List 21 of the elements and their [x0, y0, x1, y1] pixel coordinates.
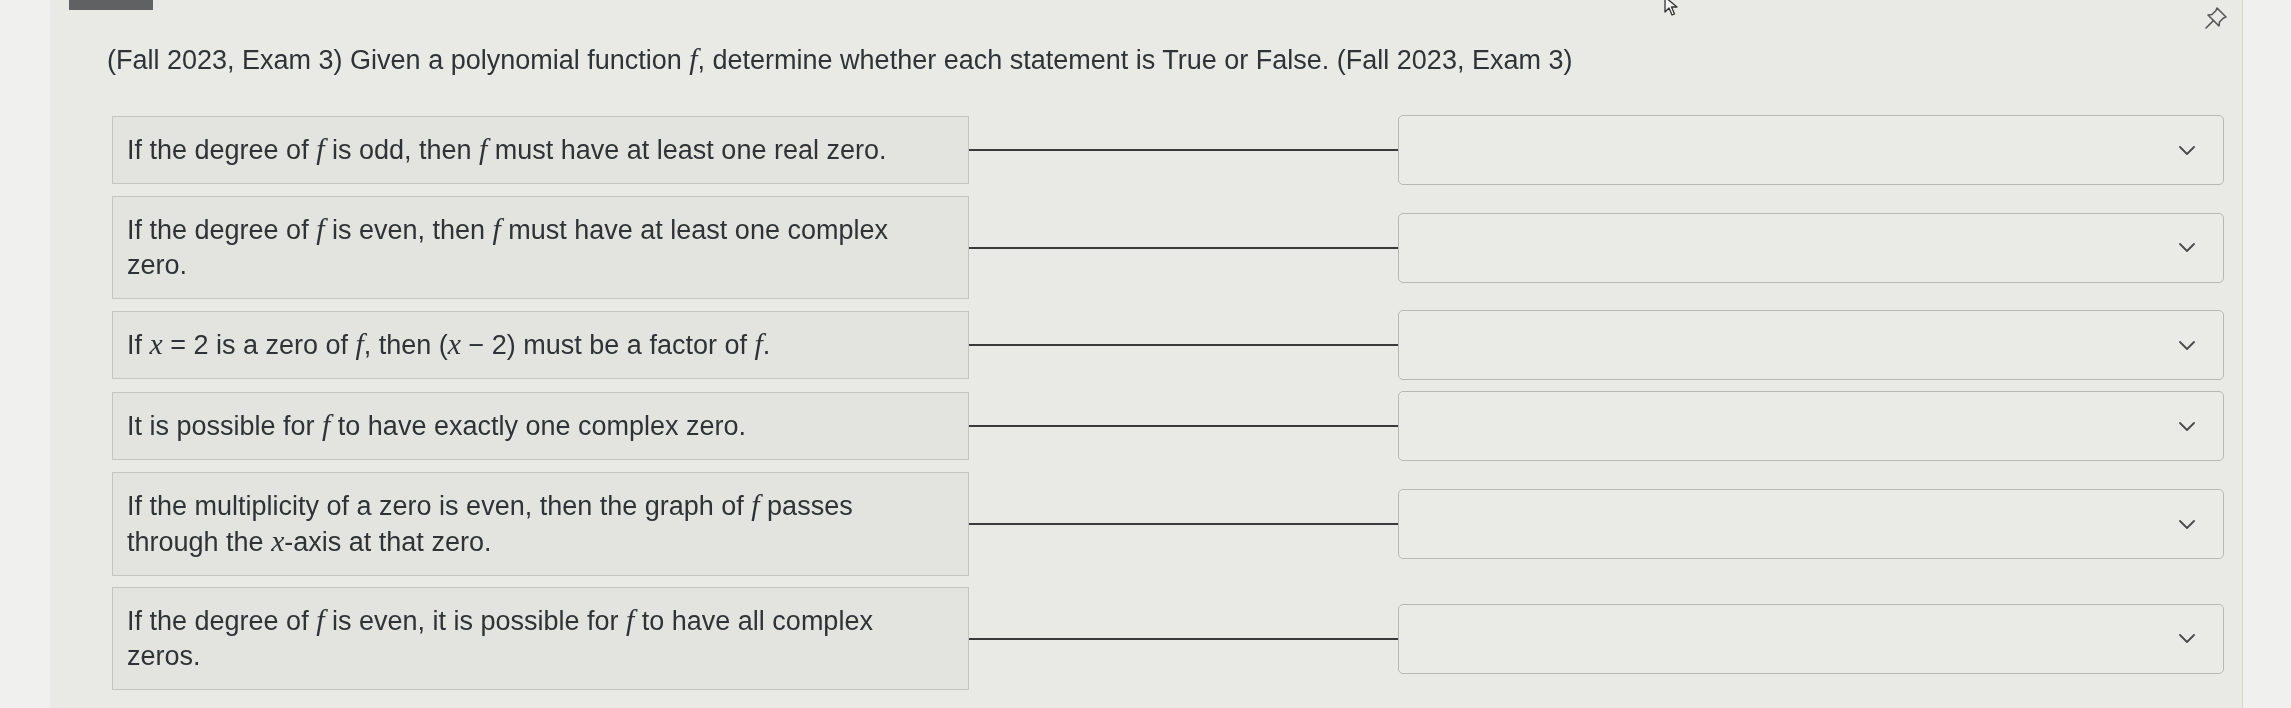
chevron-down-icon: [2179, 421, 2195, 431]
chevron-down-icon: [2179, 145, 2195, 155]
chevron-down-icon: [2179, 634, 2195, 643]
answer-dropdown[interactable]: [1398, 212, 2224, 283]
statement-prompt: If the degree of f is odd, then f must have at least one real zero.: [112, 116, 969, 184]
answer-dropdown[interactable]: [1398, 391, 2224, 461]
statement-prompt: It is possible for f to have exactly one complex zero.: [112, 392, 969, 460]
statement-prompt: If the degree of f is even, then f must have at least one complex zero.: [112, 196, 969, 299]
answer-dropdown[interactable]: [1398, 489, 2224, 559]
chevron-down-icon: [2179, 243, 2195, 252]
pin-icon[interactable]: [2204, 6, 2228, 30]
answer-dropdown[interactable]: [1398, 310, 2224, 380]
statement-prompt: If the degree of f is even, it is possible for f to have all complex zeros.: [112, 587, 969, 690]
answer-dropdown[interactable]: [1398, 115, 2224, 185]
statement-prompt: If x = 2 is a zero of f, then (x − 2) must be a factor of f.: [112, 311, 969, 379]
question-text: (Fall 2023, Exam 3) Given a polynomial function f, determine whether each statement is True or False. (Fall 2023, Exam 3): [107, 42, 1574, 77]
answer-dropdown[interactable]: [1398, 603, 2224, 674]
mouse-pointer-icon: [1664, 0, 1678, 16]
chevron-down-icon: [2179, 519, 2195, 529]
chevron-down-icon: [2179, 340, 2195, 350]
statement-prompt: If the multiplicity of a zero is even, then the graph of f passes through the x-axis at that zero.: [112, 472, 969, 576]
